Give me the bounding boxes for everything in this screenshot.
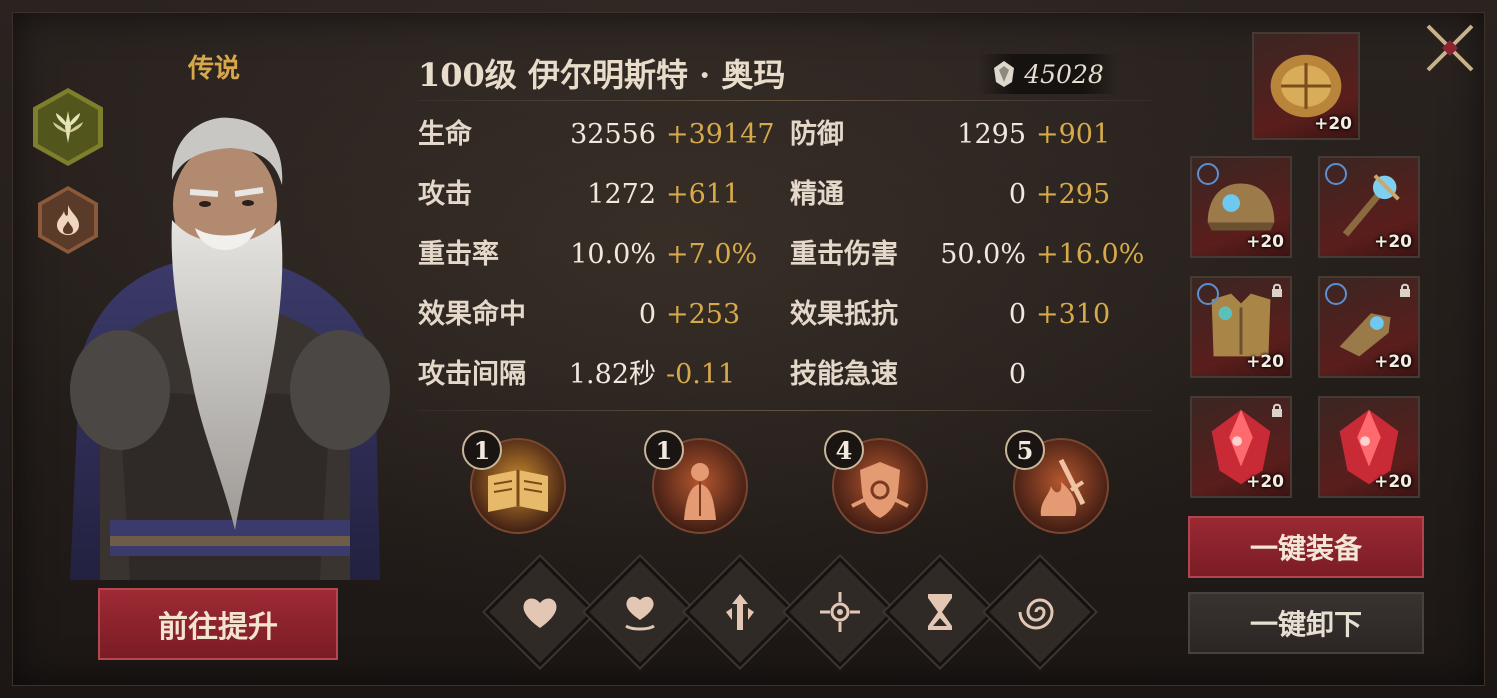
stat-row: 防御 1295 +901 <box>418 115 1158 155</box>
equip-all-button[interactable]: 一键装备 <box>1188 516 1424 578</box>
stat-bonus-value: +295 <box>1036 179 1111 210</box>
hero-header: 100级 伊尔明斯特 · 奥玛 45028 <box>418 50 1150 98</box>
rarity-label: 传说 <box>188 54 241 84</box>
rune-socket-icon <box>1325 163 1347 185</box>
stat-base-value: 0 <box>1008 299 1026 330</box>
stat-row: 精通 0 +295 <box>418 175 1158 215</box>
enhance-level: +20 <box>1314 114 1352 134</box>
enhance-level: +20 <box>1374 472 1412 492</box>
stats-grid: 生命 32556 +39147 防御 1295 +901 攻击 1272 +611 精通 0 +295… <box>418 115 1158 405</box>
skill-level-badge: 5 <box>1005 430 1045 470</box>
power-crystal-icon <box>994 61 1015 87</box>
power-display: 45028 <box>978 54 1118 94</box>
skill-level-badge: 1 <box>644 430 684 470</box>
rune-socket-icon <box>1325 283 1347 305</box>
crosshair-icon <box>820 592 860 632</box>
upgrade-button[interactable]: 前往提升 <box>98 588 338 660</box>
close-button[interactable] <box>1420 18 1480 78</box>
stat-bonus-value: +310 <box>1036 299 1111 330</box>
equipment-slot-gloves[interactable]: +20 <box>1318 276 1420 378</box>
stat-label: 重击伤害 <box>790 239 898 270</box>
rune-socket-icon <box>1197 163 1219 185</box>
sword-up-icon <box>726 594 754 630</box>
stats-divider <box>418 410 1153 411</box>
header-divider <box>418 100 1153 101</box>
equipment-slot-weapon[interactable]: +20 <box>1318 156 1420 258</box>
skill-level-badge: 1 <box>462 430 502 470</box>
stat-row: 重击伤害 50.0% +16.0% <box>418 235 1158 275</box>
close-icon <box>1426 24 1474 72</box>
stat-base-value: 1295 <box>957 119 1026 150</box>
enhance-level: +20 <box>1246 232 1284 252</box>
equipment-slot-helm[interactable]: +20 <box>1190 156 1292 258</box>
heart-heal-icon <box>625 596 655 631</box>
equipment-slot-gem-1[interactable]: +20 <box>1190 396 1292 498</box>
unequip-all-button[interactable]: 一键卸下 <box>1188 592 1424 654</box>
hourglass-icon <box>928 594 952 630</box>
hero-detail-panel: 传说 前往提升 100级 伊尔明斯特 · 奥玛 45028 生命 32556 +… <box>0 0 1497 698</box>
hero-name: 100级 伊尔明斯特 · 奥玛 <box>418 56 786 94</box>
equipment-slot-artifact[interactable]: +20 <box>1252 32 1360 140</box>
enhance-level: +20 <box>1246 352 1284 372</box>
stat-bonus-value: +16.0% <box>1036 239 1145 270</box>
skill-level-badge: 4 <box>824 430 864 470</box>
rune-socket-icon <box>1197 283 1219 305</box>
lock-icon <box>1272 403 1282 417</box>
stat-row: 技能急速 0 <box>418 355 1158 395</box>
stat-label: 防御 <box>790 119 844 150</box>
stat-label: 技能急速 <box>790 359 898 390</box>
stat-bonus-value: +901 <box>1036 119 1111 150</box>
equipment-slot-armor[interactable]: +20 <box>1190 276 1292 378</box>
equipment-slot-gem-2[interactable]: +20 <box>1318 396 1420 498</box>
enhance-level: +20 <box>1246 472 1284 492</box>
lock-icon <box>1400 283 1410 297</box>
stat-base-value: 0 <box>1008 359 1026 390</box>
enhance-level: +20 <box>1374 232 1412 252</box>
swirl-icon <box>1018 598 1054 630</box>
stat-base-value: 0 <box>1008 179 1026 210</box>
stat-base-value: 50.0% <box>940 239 1026 270</box>
enhance-level: +20 <box>1374 352 1412 372</box>
heart-icon <box>523 598 557 628</box>
power-value: 45028 <box>1024 59 1104 89</box>
stat-row: 效果抵抗 0 +310 <box>418 295 1158 335</box>
stat-label: 效果抵抗 <box>790 299 898 330</box>
stat-label: 精通 <box>790 179 844 210</box>
hero-portrait <box>70 117 390 580</box>
lock-icon <box>1272 283 1282 297</box>
